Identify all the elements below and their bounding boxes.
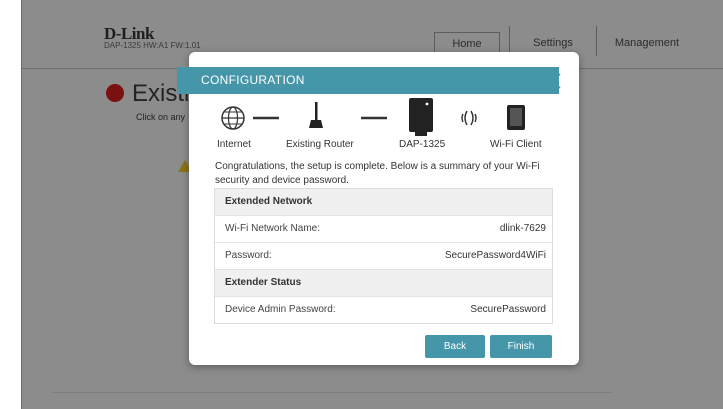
completion-message: Congratulations, the setup is complete. … <box>215 161 540 186</box>
status-dot-icon <box>106 84 124 102</box>
section-title: Extended Network <box>225 196 313 207</box>
globe-icon <box>221 106 245 130</box>
label-internet: Internet <box>217 139 251 150</box>
section-header-extender-status: Extender Status <box>215 269 552 296</box>
summary-table: Extended Network Wi-Fi Network Name: dli… <box>214 188 553 324</box>
wifi-signal-icon <box>461 110 477 126</box>
bg-page-subtitle: Click on any <box>136 112 186 122</box>
section-title: Extender Status <box>225 277 302 288</box>
admin-password-value: SecurePassword <box>470 304 546 315</box>
extender-device-icon <box>409 98 433 136</box>
section-header-extended-network: Extended Network <box>215 189 552 215</box>
admin-password-label: Device Admin Password: <box>225 304 336 315</box>
network-topology <box>221 98 525 136</box>
tablet-icon <box>507 105 525 130</box>
bg-footer-divider <box>52 392 612 393</box>
back-button[interactable]: Back <box>425 335 485 358</box>
dialog-title-banner: CONFIGURATION <box>177 67 559 94</box>
wifi-name-value: dlink-7629 <box>499 223 546 234</box>
model-info: DAP-1325 HW:A1 FW:1.01 <box>104 41 201 50</box>
label-wifi-client: Wi-Fi Client <box>490 139 542 150</box>
password-value: SecurePassword4WiFi <box>444 250 546 261</box>
router-icon <box>309 102 323 128</box>
table-row: Device Admin Password: SecurePassword <box>215 296 552 323</box>
table-row: Password: SecurePassword4WiFi <box>215 242 552 269</box>
dialog-title: CONFIGURATION <box>201 73 305 87</box>
finish-button[interactable]: Finish <box>490 335 552 358</box>
table-row: Wi-Fi Network Name: dlink-7629 <box>215 215 552 242</box>
password-label: Password: <box>225 250 272 261</box>
close-icon[interactable] <box>542 70 564 92</box>
label-existing-router: Existing Router <box>286 139 354 150</box>
nav-management[interactable]: Management <box>607 32 687 54</box>
label-device: DAP-1325 <box>399 139 446 150</box>
nav-divider <box>596 26 597 56</box>
nav-settings[interactable]: Settings <box>523 32 583 54</box>
wifi-name-label: Wi-Fi Network Name: <box>225 223 321 234</box>
